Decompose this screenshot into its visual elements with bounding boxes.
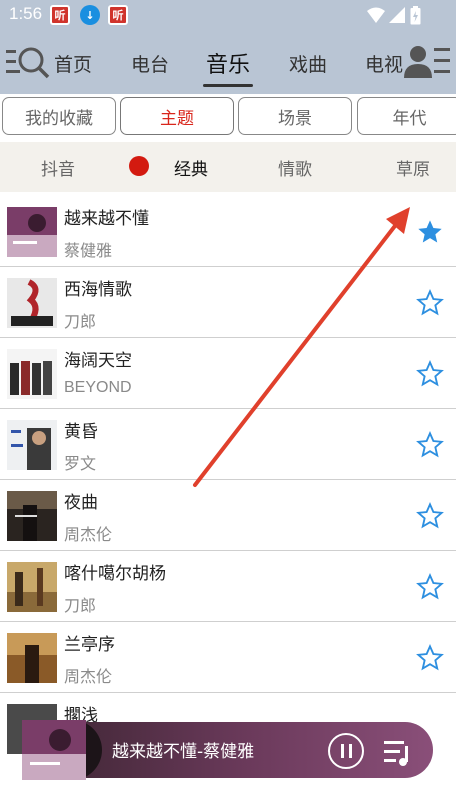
song-row[interactable]: 兰亭序 周杰伦 xyxy=(0,622,456,693)
tab-music[interactable]: 音乐 xyxy=(206,47,250,79)
song-artist: BEYOND xyxy=(64,379,132,396)
player-album-cover xyxy=(22,720,86,780)
song-title: 喀什噶尔胡杨 xyxy=(64,564,166,584)
favorite-star-icon[interactable] xyxy=(416,289,444,317)
album-cover xyxy=(7,633,57,683)
pause-button[interactable] xyxy=(328,733,364,769)
song-row[interactable]: 夜曲 周杰伦 xyxy=(0,480,456,551)
album-cover xyxy=(7,420,57,470)
favorite-star-filled-icon[interactable] xyxy=(416,218,444,246)
song-row[interactable]: 黄昏 罗文 xyxy=(0,409,456,480)
song-title: 兰亭序 xyxy=(64,635,115,655)
song-title: 西海情歌 xyxy=(64,280,132,300)
active-tab-underline xyxy=(203,84,253,87)
song-title: 黄昏 xyxy=(64,422,98,442)
song-artist: 刀郎 xyxy=(64,314,97,331)
category-love-songs[interactable]: 情歌 xyxy=(278,155,312,180)
song-artist: 刀郎 xyxy=(64,598,97,615)
active-category-dot xyxy=(129,156,149,176)
subtab-scene[interactable]: 场景 xyxy=(238,97,352,135)
song-artist: 周杰伦 xyxy=(64,669,113,686)
favorite-star-icon[interactable] xyxy=(416,431,444,459)
song-title: 越来越不懂 xyxy=(64,209,149,229)
song-row[interactable]: 海阔天空 BEYOND xyxy=(0,338,456,409)
favorite-star-icon[interactable] xyxy=(416,644,444,672)
user-menu-icon[interactable] xyxy=(404,44,452,80)
category-grassland[interactable]: 草原 xyxy=(396,155,430,180)
battery-icon xyxy=(410,6,421,25)
tab-radio[interactable]: 电台 xyxy=(131,50,169,77)
subtab-favorites[interactable]: 我的收藏 xyxy=(2,97,116,135)
album-cover xyxy=(7,349,57,399)
status-bar: 1:56 听 ↓ 听 xyxy=(0,0,456,30)
song-row[interactable]: 西海情歌 刀郎 xyxy=(0,267,456,338)
tab-tv[interactable]: 电视 xyxy=(365,50,403,77)
search-menu-icon[interactable] xyxy=(6,44,50,80)
song-title: 夜曲 xyxy=(64,493,98,513)
top-nav: 首页 电台 音乐 戏曲 电视 xyxy=(0,30,456,94)
category-douyin[interactable]: 抖音 xyxy=(41,155,75,180)
favorite-star-icon[interactable] xyxy=(416,360,444,388)
song-title: 海阔天空 xyxy=(64,351,132,371)
category-bar: 抖音 经典 情歌 草原 xyxy=(0,142,456,192)
red-app-icon: 听 xyxy=(50,5,70,25)
status-time: 1:56 xyxy=(9,4,43,23)
song-row[interactable]: 越来越不懂 蔡健雅 xyxy=(0,196,456,267)
now-playing-title: 越来越不懂-蔡健雅 xyxy=(112,742,255,762)
album-cover xyxy=(7,491,57,541)
album-cover xyxy=(7,562,57,612)
favorite-star-icon[interactable] xyxy=(416,502,444,530)
subtab-theme[interactable]: 主题 xyxy=(120,97,234,135)
sub-tabs: 我的收藏 主题 场景 年代 xyxy=(0,94,456,140)
category-classic[interactable]: 经典 xyxy=(174,155,208,180)
song-row[interactable]: 喀什噶尔胡杨 刀郎 xyxy=(0,551,456,622)
tab-home[interactable]: 首页 xyxy=(54,50,92,77)
playlist-icon[interactable] xyxy=(383,738,413,766)
favorite-star-icon[interactable] xyxy=(416,573,444,601)
signal-icon xyxy=(389,7,405,23)
tab-opera[interactable]: 戏曲 xyxy=(289,50,327,77)
subtab-era[interactable]: 年代 xyxy=(357,97,456,135)
song-artist: 罗文 xyxy=(64,456,97,473)
album-cover xyxy=(7,278,57,328)
song-artist: 蔡健雅 xyxy=(64,243,113,260)
song-artist: 周杰伦 xyxy=(64,527,113,544)
wifi-icon xyxy=(367,7,385,23)
pause-icon xyxy=(340,744,344,758)
album-cover xyxy=(7,207,57,257)
red-app-icon: 听 xyxy=(108,5,128,25)
download-icon: ↓ xyxy=(80,5,100,25)
